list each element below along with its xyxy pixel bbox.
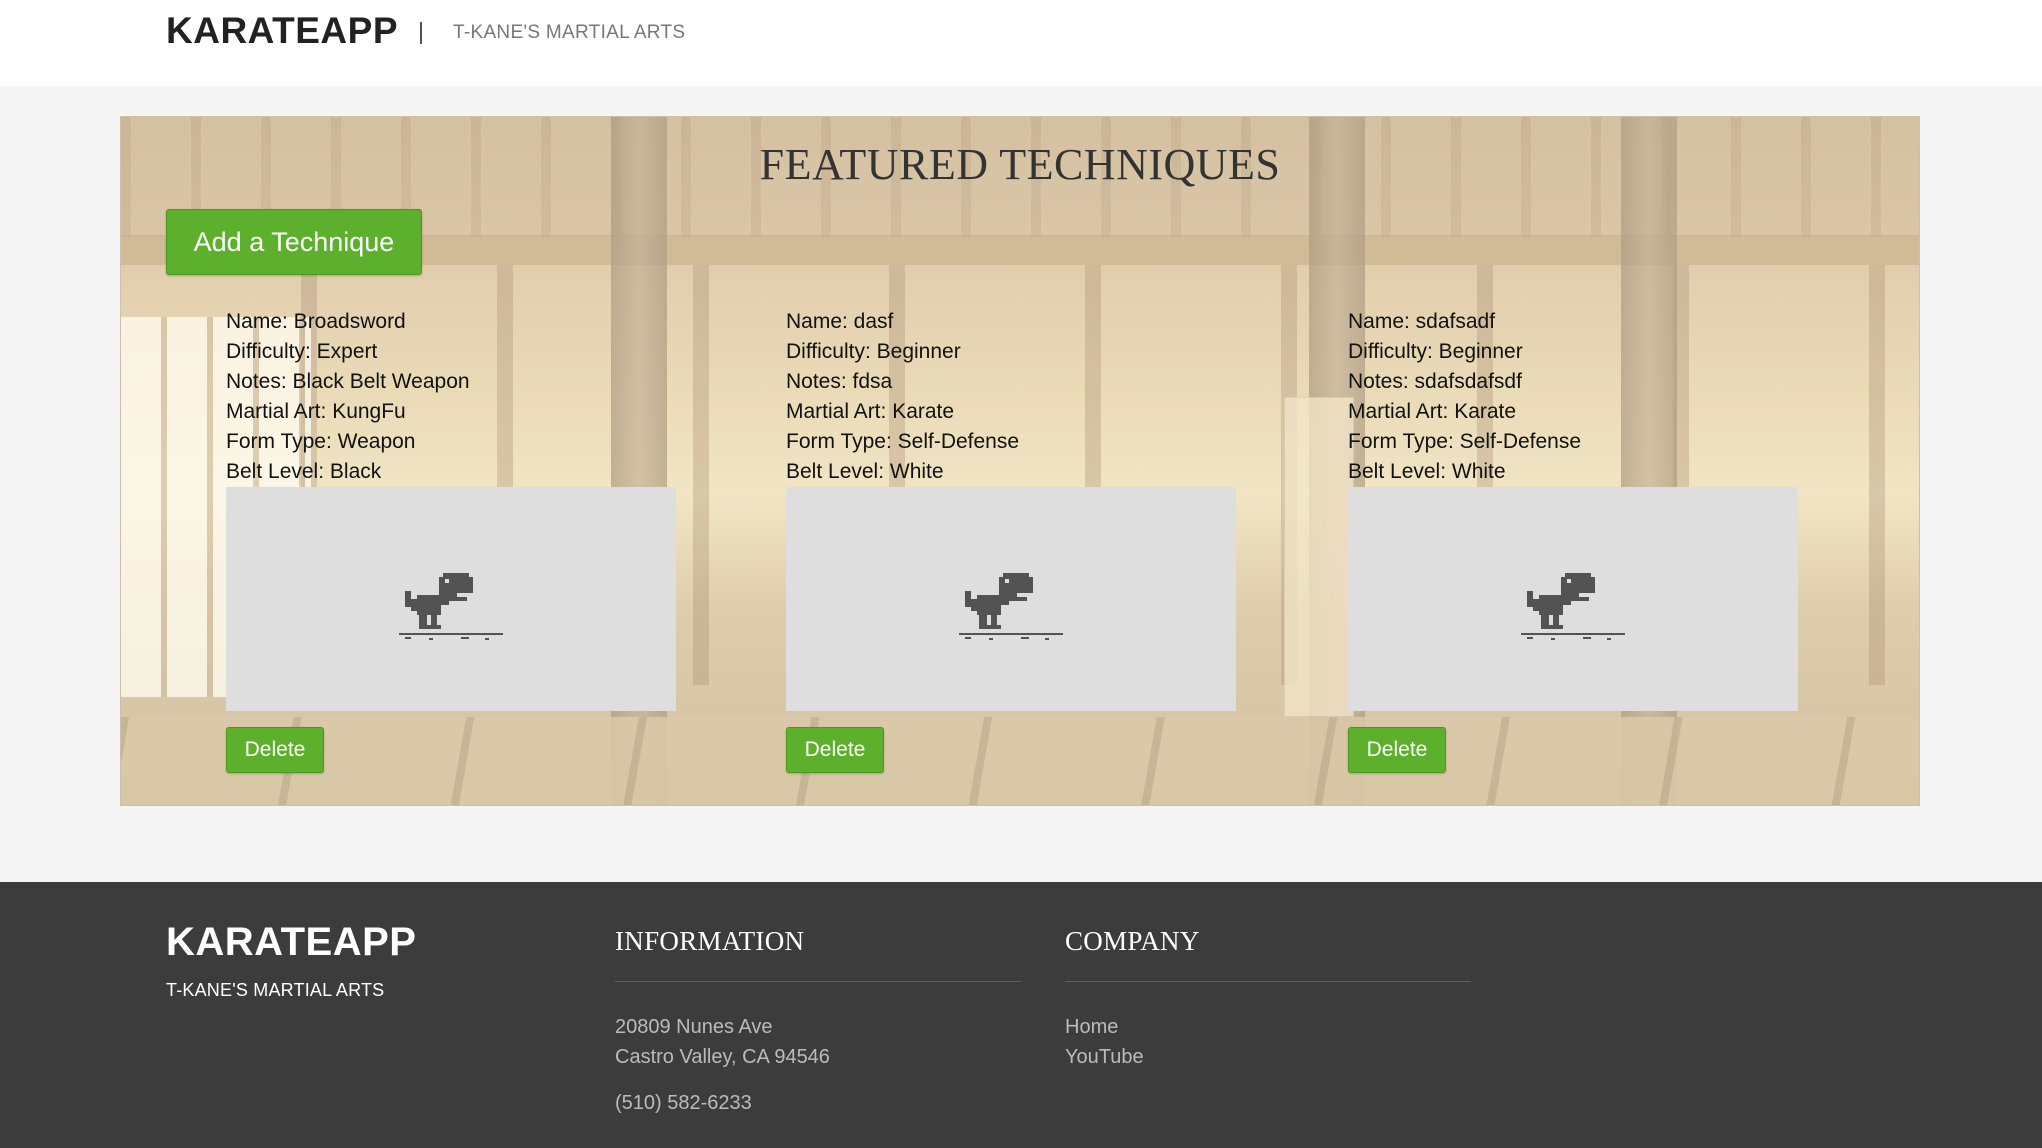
footer-brand[interactable]: KARATEAPP bbox=[166, 920, 416, 965]
technique-name: Name: Broadsword bbox=[226, 310, 406, 333]
footer-address-line1: 20809 Nunes Ave bbox=[615, 1016, 773, 1038]
technique-belt-level: Belt Level: White bbox=[1348, 460, 1506, 483]
technique-image-placeholder bbox=[786, 487, 1236, 711]
technique-belt-level: Belt Level: White bbox=[786, 460, 944, 483]
footer-divider bbox=[1065, 981, 1471, 982]
header-separator bbox=[420, 22, 422, 44]
offline-dino-icon bbox=[399, 573, 503, 640]
technique-difficulty: Difficulty: Beginner bbox=[1348, 340, 1523, 363]
technique-form-type: Form Type: Self-Defense bbox=[786, 430, 1020, 453]
footer-company-heading: COMPANY bbox=[1065, 926, 1200, 956]
technique-notes: Notes: fdsa bbox=[786, 370, 893, 393]
technique-martial-art: Martial Art: KungFu bbox=[226, 400, 406, 423]
delete-button[interactable]: Delete bbox=[1348, 727, 1446, 773]
technique-image-placeholder bbox=[1348, 487, 1798, 711]
featured-techniques-panel: FEATURED TECHNIQUES Add a Technique Name… bbox=[120, 116, 1920, 806]
technique-martial-art: Martial Art: Karate bbox=[1348, 400, 1517, 423]
brand-logo[interactable]: KARATEAPP bbox=[166, 10, 398, 52]
footer-company-column: COMPANY Home YouTube bbox=[1065, 926, 1471, 1072]
header-tagline: T-KANE'S MARTIAL ARTS bbox=[453, 22, 686, 43]
footer-information-heading: INFORMATION bbox=[615, 926, 805, 956]
top-header: KARATEAPP T-KANE'S MARTIAL ARTS bbox=[0, 0, 2042, 86]
add-technique-button[interactable]: Add a Technique bbox=[166, 209, 422, 275]
section-title: FEATURED TECHNIQUES bbox=[759, 140, 1281, 189]
technique-notes: Notes: sdafsdafsdf bbox=[1348, 370, 1522, 393]
footer-phone: (510) 582-6233 bbox=[615, 1092, 752, 1114]
technique-image-placeholder bbox=[226, 487, 676, 711]
technique-card: Name: Broadsword Difficulty: Expert Note… bbox=[226, 307, 686, 773]
technique-card: Name: dasf Difficulty: Beginner Notes: f… bbox=[786, 307, 1246, 773]
footer-link-youtube[interactable]: YouTube bbox=[1065, 1042, 1471, 1072]
offline-dino-icon bbox=[1521, 573, 1625, 640]
delete-button[interactable]: Delete bbox=[786, 727, 884, 773]
footer-divider bbox=[615, 981, 1021, 982]
site-footer: KARATEAPP T-KANE'S MARTIAL ARTS INFORMAT… bbox=[0, 882, 2042, 1148]
technique-martial-art: Martial Art: Karate bbox=[786, 400, 955, 423]
technique-difficulty: Difficulty: Expert bbox=[226, 340, 378, 363]
footer-information-column: INFORMATION 20809 Nunes Ave Castro Valle… bbox=[615, 926, 1021, 1118]
technique-difficulty: Difficulty: Beginner bbox=[786, 340, 961, 363]
technique-name: Name: sdafsadf bbox=[1348, 310, 1496, 333]
footer-link-home[interactable]: Home bbox=[1065, 1012, 1471, 1042]
technique-form-type: Form Type: Self-Defense bbox=[1348, 430, 1582, 453]
technique-belt-level: Belt Level: Black bbox=[226, 460, 382, 483]
technique-form-type: Form Type: Weapon bbox=[226, 430, 416, 453]
technique-name: Name: dasf bbox=[786, 310, 894, 333]
footer-address-line2: Castro Valley, CA 94546 bbox=[615, 1046, 830, 1068]
footer-tagline: T-KANE'S MARTIAL ARTS bbox=[166, 980, 385, 1000]
technique-notes: Notes: Black Belt Weapon bbox=[226, 370, 470, 393]
delete-button[interactable]: Delete bbox=[226, 727, 324, 773]
technique-card: Name: sdafsadf Difficulty: Beginner Note… bbox=[1348, 307, 1808, 773]
offline-dino-icon bbox=[959, 573, 1063, 640]
